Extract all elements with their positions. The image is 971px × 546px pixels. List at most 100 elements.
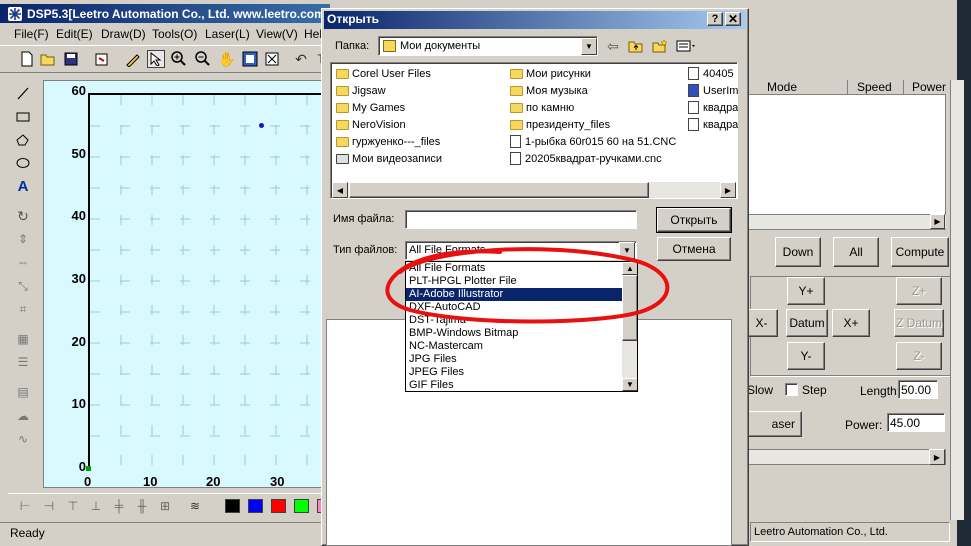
pan-hand-icon[interactable]: ✋	[218, 50, 236, 68]
zoom-out-icon[interactable]	[194, 50, 212, 68]
view-menu-icon[interactable]	[674, 37, 700, 55]
z-plus-button[interactable]: Z+	[896, 277, 942, 305]
file-scroll-thumb[interactable]	[349, 182, 649, 198]
save-icon[interactable]	[62, 50, 80, 68]
color-swatch-green[interactable]	[294, 499, 309, 513]
filetype-option[interactable]: JPEG Files	[406, 366, 624, 379]
file-item[interactable]: по камню	[510, 99, 574, 116]
open-folder-icon[interactable]	[39, 50, 57, 68]
filetype-option[interactable]: DXF-AutoCAD	[406, 301, 624, 314]
align-center-h-icon[interactable]: ╫	[133, 497, 151, 515]
canvas-point[interactable]	[259, 123, 264, 128]
filetype-option[interactable]: JPG Files	[406, 353, 624, 366]
filetype-dropdown-list[interactable]: All File Formats PLT-HPGL Plotter File AI-…	[405, 261, 638, 392]
col-speed[interactable]: Speed	[857, 80, 892, 94]
file-item[interactable]: Jigsaw	[336, 82, 386, 99]
dropdown-scroll-down-icon[interactable]: ▼	[622, 378, 637, 391]
filetype-dropdown-icon[interactable]: ▼	[619, 242, 635, 259]
crop-tool-icon[interactable]: ⌗	[14, 300, 32, 318]
x-minus-button[interactable]: X-	[745, 309, 778, 337]
file-item[interactable]: 1-рыбка 60r015 60 на 51.CNC	[510, 133, 676, 150]
mirror-v-tool-icon[interactable]: ⇕	[14, 230, 32, 248]
array-tool-icon[interactable]: ▦	[14, 330, 32, 348]
rotate-tool-icon[interactable]: ↻	[14, 207, 32, 225]
panel-hscroll[interactable]	[746, 449, 946, 465]
menu-laser[interactable]: Laser(L)	[205, 27, 250, 41]
pen-tool-icon[interactable]	[124, 50, 142, 68]
all-button[interactable]: All	[833, 237, 879, 267]
color-swatch-red[interactable]	[271, 499, 286, 513]
align-bottom-icon[interactable]: ⊥	[87, 497, 105, 515]
fit-page-icon[interactable]	[263, 50, 281, 68]
file-item[interactable]: 40405	[688, 65, 738, 82]
file-item[interactable]: 20205квадрат-ручками.cnc	[510, 150, 662, 167]
fit-window-icon[interactable]	[241, 50, 259, 68]
file-scroll-right-icon[interactable]: ▶	[720, 182, 736, 198]
file-item[interactable]: Моя музыка	[510, 82, 588, 99]
fill-lines-tool-icon[interactable]: ☰	[14, 353, 32, 371]
grid-tool-icon[interactable]: ▤	[14, 383, 32, 401]
menu-help[interactable]: Hel	[304, 27, 322, 41]
window-scrollbar[interactable]	[950, 80, 964, 520]
z-datum-button[interactable]: Z Datum	[894, 309, 944, 337]
layers-icon[interactable]: ≋	[186, 497, 204, 515]
layer-table[interactable]	[746, 80, 946, 230]
new-folder-icon[interactable]	[651, 37, 669, 55]
filetype-option[interactable]: GIF Files	[406, 379, 624, 391]
file-item[interactable]: UserIm	[688, 82, 738, 99]
length-input[interactable]: 50.00	[898, 380, 938, 399]
menu-edit[interactable]: Edit(E)	[56, 27, 93, 41]
z-minus-button[interactable]: Z-	[896, 342, 942, 370]
color-swatch-blue[interactable]	[248, 499, 263, 513]
rectangle-tool-icon[interactable]	[14, 108, 32, 126]
panel-scroll-right-icon[interactable]: ▶	[929, 449, 945, 465]
select-arrow-icon[interactable]	[147, 50, 165, 68]
filetype-option[interactable]: NC-Mastercam	[406, 340, 624, 353]
step-checkbox[interactable]	[785, 383, 798, 396]
filetype-option[interactable]: BMP-Windows Bitmap	[406, 327, 624, 340]
filename-input[interactable]	[405, 210, 637, 229]
dropdown-scroll-thumb[interactable]	[622, 275, 637, 341]
x-plus-button[interactable]: X+	[832, 309, 870, 337]
col-power[interactable]: Power	[912, 80, 946, 94]
menu-draw[interactable]: Draw(D)	[101, 27, 146, 41]
filetype-option[interactable]: AI-Adobe Illustrator	[406, 288, 624, 301]
file-item[interactable]: NeroVision	[336, 116, 406, 133]
file-item[interactable]: Corel User Files	[336, 65, 431, 82]
color-swatch-black[interactable]	[225, 499, 240, 513]
layer-scroll-right-icon[interactable]: ▶	[930, 214, 945, 229]
zoom-in-icon[interactable]	[170, 50, 188, 68]
undo-icon[interactable]: ↶	[292, 50, 310, 68]
up-folder-icon[interactable]	[627, 37, 645, 55]
compute-button[interactable]: Compute	[891, 237, 949, 267]
col-mode[interactable]: Mode	[767, 80, 797, 94]
power-input[interactable]: 45.00	[887, 413, 945, 432]
filetype-option[interactable]: DST-Tajima	[406, 314, 624, 327]
open-button[interactable]: Открыть	[656, 207, 732, 233]
align-center-icon[interactable]: ⊞	[156, 497, 174, 515]
align-top-icon[interactable]: ⊤	[64, 497, 82, 515]
new-file-icon[interactable]	[18, 50, 36, 68]
dialog-titlebar[interactable]	[324, 11, 746, 29]
menu-file[interactable]: File(F)	[14, 27, 49, 41]
file-item[interactable]: президенту_files	[510, 116, 610, 133]
align-left-icon[interactable]: ⊢	[16, 497, 34, 515]
file-scroll-left-icon[interactable]: ◀	[332, 182, 348, 198]
filetype-option[interactable]: All File Formats	[406, 262, 624, 275]
y-minus-button[interactable]: Y-	[787, 342, 825, 370]
line-tool-icon[interactable]	[14, 84, 32, 102]
file-item[interactable]: квадра	[688, 116, 738, 133]
align-center-v-icon[interactable]: ╪	[110, 497, 128, 515]
dialog-close-button[interactable]: ✕	[725, 12, 741, 26]
layer-table-hscroll[interactable]	[746, 214, 946, 229]
mirror-h-tool-icon[interactable]: ⇔	[14, 253, 32, 271]
filetype-select[interactable]: All File Formats	[405, 241, 637, 260]
filetype-option[interactable]: PLT-HPGL Plotter File	[406, 275, 624, 288]
import-icon[interactable]	[93, 50, 111, 68]
folder-select[interactable]: Мои документы	[378, 36, 598, 56]
work-area-frame[interactable]	[88, 93, 332, 473]
ellipse-tool-icon[interactable]	[14, 154, 32, 172]
dropdown-scroll-up-icon[interactable]: ▲	[622, 262, 637, 275]
app-titlebar[interactable]: DSP5.3[Leetro Automation Co., Ltd. www.l…	[0, 4, 330, 23]
polygon-tool-icon[interactable]	[14, 131, 32, 149]
